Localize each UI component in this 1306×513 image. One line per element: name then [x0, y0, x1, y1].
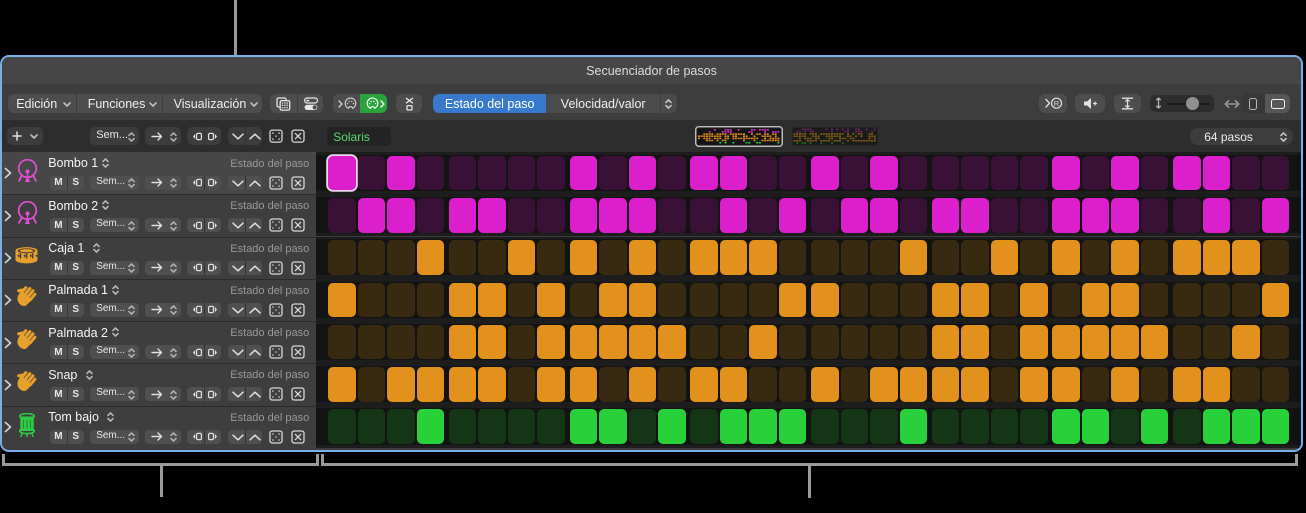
- svg-text:R: R: [1054, 99, 1060, 108]
